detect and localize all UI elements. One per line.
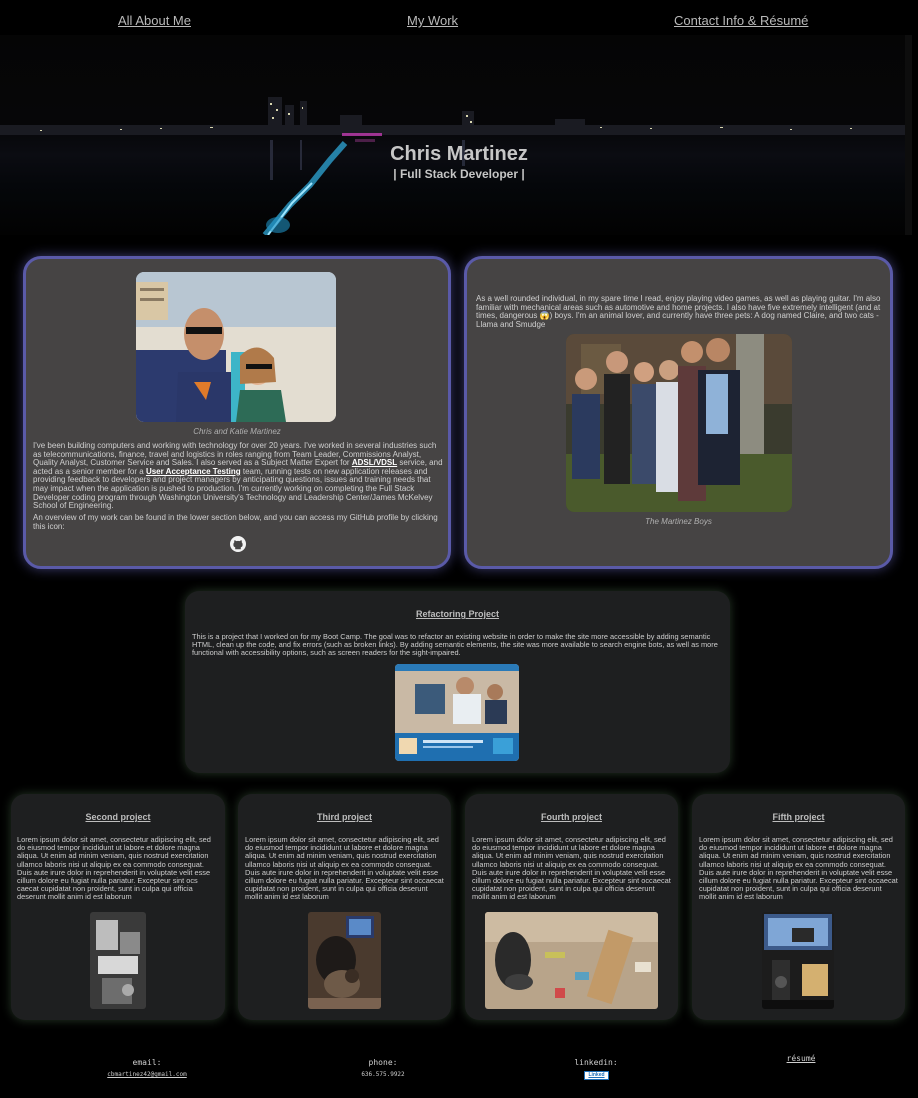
linkedin-icon[interactable]: Linked xyxy=(584,1071,609,1080)
couple-beach-photo xyxy=(136,272,336,422)
hobbies-paragraph: As a well rounded individual, in my spar… xyxy=(476,294,888,329)
nav-link-contact[interactable]: Contact Info & Résumé xyxy=(674,13,808,28)
nav-link-work[interactable]: My Work xyxy=(407,13,458,28)
hero-banner: Chris Martinez | Full Stack Developer | xyxy=(0,35,912,235)
project-description: Lorem ipsum dolor sit amet, consectetur … xyxy=(17,835,211,902)
linkedin-logo-text: Linked xyxy=(588,1072,605,1078)
project-title[interactable]: Third project xyxy=(238,812,451,822)
email-link[interactable]: cbmartinez42@gmail.com xyxy=(97,1071,197,1078)
project-image[interactable] xyxy=(90,912,146,1009)
family-photo-caption: The Martinez Boys xyxy=(645,517,712,526)
project-card-second: Second project Lorem ipsum dolor sit ame… xyxy=(11,794,225,1020)
nav-link-about[interactable]: All About Me xyxy=(118,13,191,28)
phone-label: phone: xyxy=(368,1058,398,1067)
project-title[interactable]: Second project xyxy=(11,812,225,822)
featured-project-title[interactable]: Refactoring Project xyxy=(185,609,730,619)
project-description: Lorem ipsum dolor sit amet, consectetur … xyxy=(699,835,898,902)
project-description: Lorem ipsum dolor sit amet, consectetur … xyxy=(245,835,444,902)
featured-project-card: Refactoring Project This is a project th… xyxy=(185,591,730,773)
project-title[interactable]: Fifth project xyxy=(692,812,905,822)
family-photo xyxy=(566,334,792,512)
linkedin-label: linkedin: xyxy=(574,1058,618,1067)
github-intro-text: An overview of my work can be found in t… xyxy=(33,513,438,531)
bio-paragraph: I've been building computers and working… xyxy=(33,441,443,511)
project-image[interactable] xyxy=(485,912,658,1009)
project-image[interactable] xyxy=(762,912,834,1009)
about-card-left: Chris and Katie Martinez I've been build… xyxy=(23,256,451,569)
project-title[interactable]: Fourth project xyxy=(465,812,678,822)
project-card-third: Third project Lorem ipsum dolor sit amet… xyxy=(238,794,451,1020)
city-skyline-night-image xyxy=(0,35,912,235)
about-card-right: As a well rounded individual, in my spar… xyxy=(464,256,893,569)
refactoring-project-screenshot[interactable] xyxy=(395,664,519,761)
featured-project-description: This is a project that I worked on for m… xyxy=(192,632,718,658)
phone-number: 636.575.9922 xyxy=(361,1071,405,1078)
email-label: email: xyxy=(132,1058,162,1067)
project-card-fifth: Fifth project Lorem ipsum dolor sit amet… xyxy=(692,794,905,1020)
project-image[interactable] xyxy=(308,912,381,1009)
resume-link[interactable]: résumé xyxy=(751,1054,851,1063)
project-card-fourth: Fourth project Lorem ipsum dolor sit ame… xyxy=(465,794,678,1020)
hero-subtitle: | Full Stack Developer | xyxy=(393,167,525,181)
github-icon[interactable] xyxy=(230,536,246,552)
hero-name: Chris Martinez xyxy=(390,143,528,165)
couple-photo-caption: Chris and Katie Martinez xyxy=(193,427,281,436)
project-description: Lorem ipsum dolor sit amet, consectetur … xyxy=(472,835,671,902)
